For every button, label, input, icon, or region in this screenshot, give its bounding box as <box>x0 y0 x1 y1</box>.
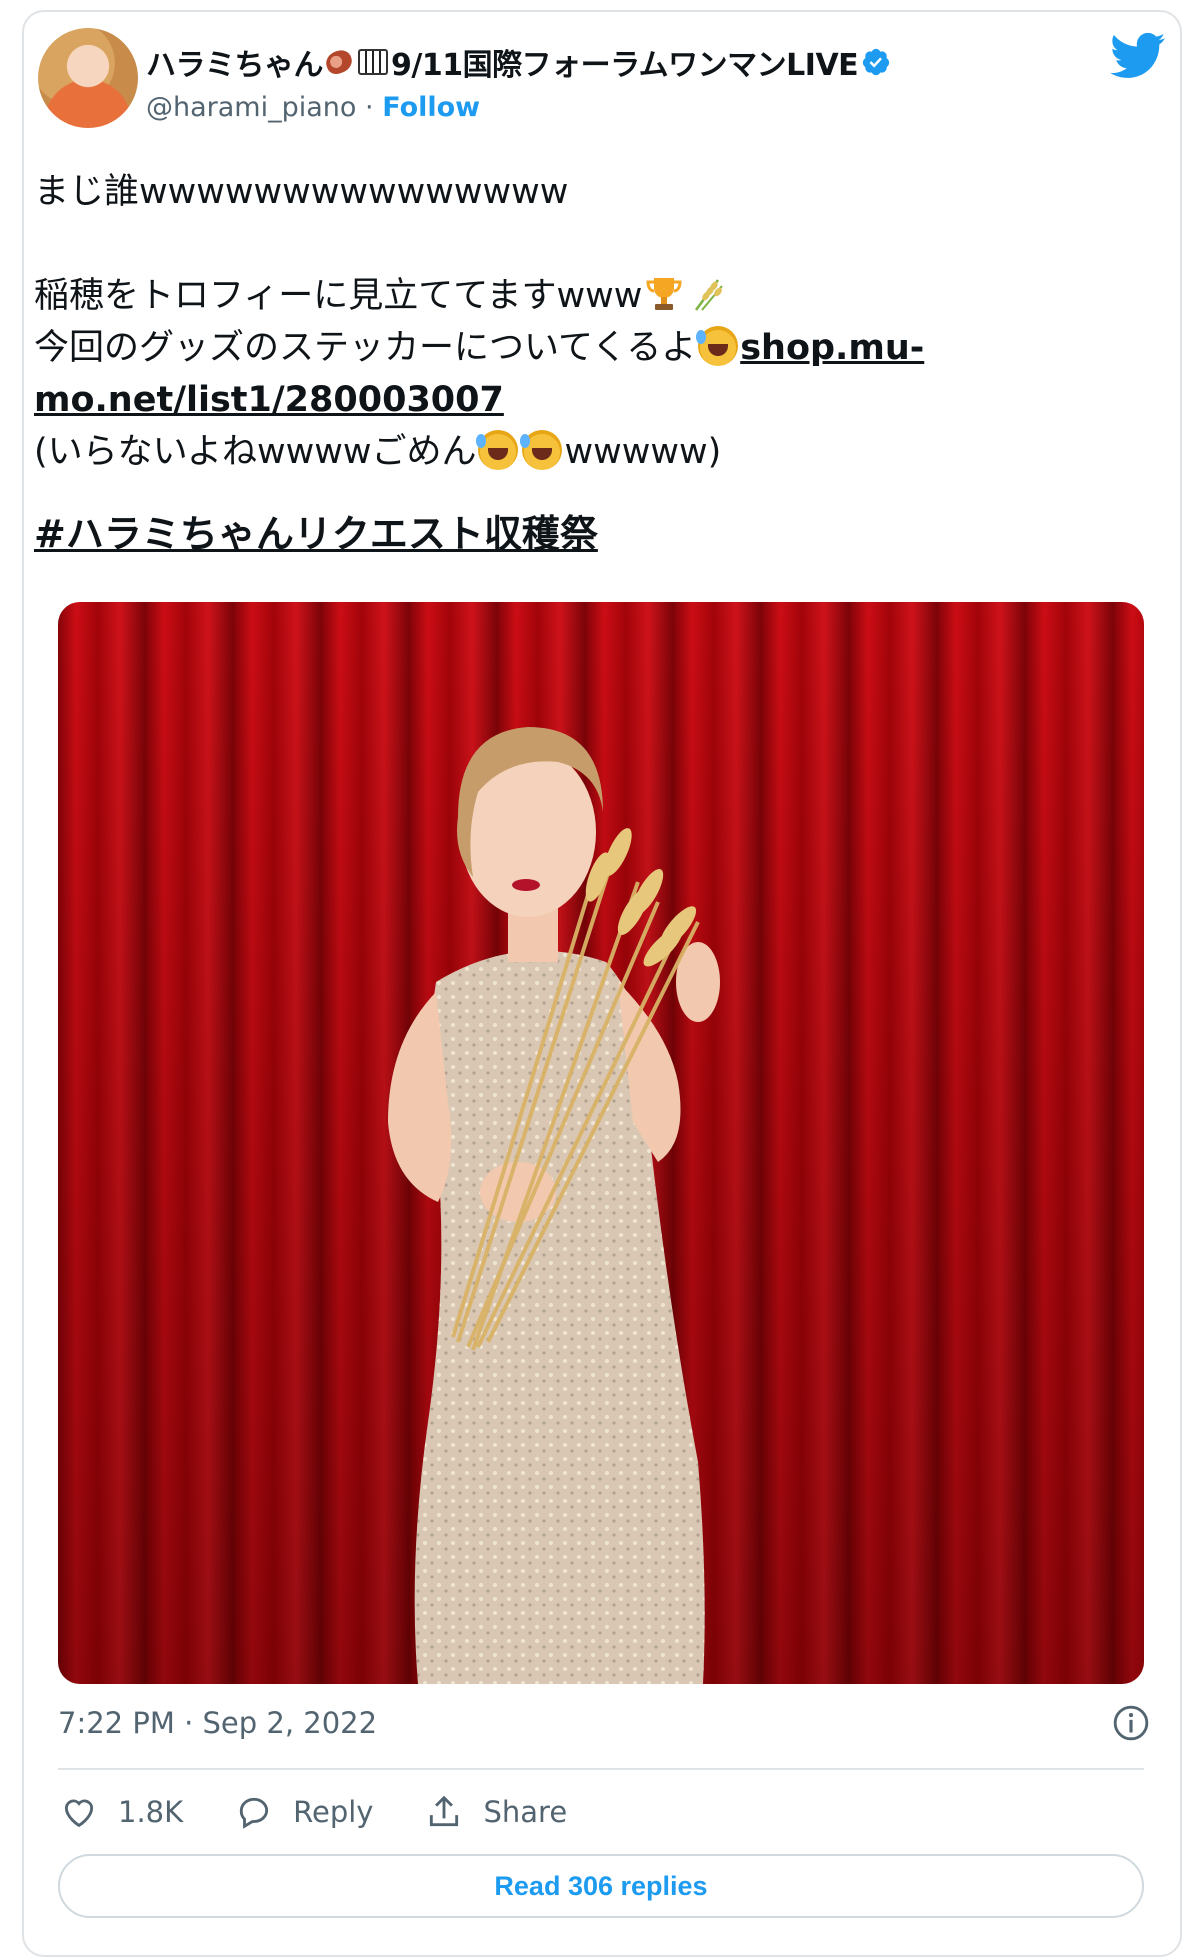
shop-link[interactable]: shop.mu- <box>740 328 924 368</box>
display-name-prefix: ハラミちゃん <box>146 48 324 83</box>
tweet-line-2: 稲穂をトロフィーに見立ててますwww <box>34 270 1134 322</box>
handle-row: @harami_piano · Follow <box>146 92 480 123</box>
shop-link-continued[interactable]: mo.net/list1/280003007 <box>34 380 504 420</box>
like-button[interactable]: 1.8K <box>60 1793 183 1831</box>
avatar[interactable] <box>38 28 138 128</box>
share-icon <box>430 1795 459 1827</box>
display-name-suffix: 9/11国際フォーラムワンマンLIVE <box>391 48 859 83</box>
tweet-actions: 1.8K Reply Share <box>60 1790 619 1834</box>
twitter-bird-icon[interactable] <box>1110 32 1166 80</box>
tweet-line-5-suffix: wwwww) <box>564 432 722 472</box>
tweet-line-5: (いらないよねwwwwごめん wwwww) <box>34 426 1134 478</box>
laughing-emoji <box>696 326 739 366</box>
verified-badge-icon <box>861 47 891 77</box>
tweet-text: まじ誰wwwwwwwwwwwwwww 稲穂をトロフィーに見立ててますwww 今回… <box>34 166 1134 562</box>
laughing-emoji <box>520 430 563 470</box>
separator: · <box>365 92 374 123</box>
reply-button[interactable]: Reply <box>235 1793 373 1831</box>
reply-icon <box>240 1797 269 1829</box>
tweet-line-4: mo.net/list1/280003007 <box>34 374 1134 426</box>
tweet-timestamp[interactable]: 7:22 PM · Sep 2, 2022 <box>58 1706 377 1740</box>
trophy-emoji <box>644 274 684 314</box>
tweet-line-1: まじ誰wwwwwwwwwwwwwww <box>34 172 569 212</box>
reply-label: Reply <box>293 1795 374 1829</box>
handle[interactable]: @harami_piano <box>146 92 356 123</box>
share-button[interactable]: Share <box>425 1793 567 1831</box>
tweet-line-3-text: 今回のグッズのステッカーについてくるよ <box>34 328 697 368</box>
share-label: Share <box>483 1795 568 1829</box>
tweet-line-3: 今回のグッズのステッカーについてくるよ shop.mu- <box>34 322 1134 374</box>
piano-icon <box>358 49 388 75</box>
heart-icon <box>64 1799 94 1828</box>
photo-woman-holding-rice-red-curtain <box>388 727 720 1684</box>
read-replies-button[interactable]: Read 306 replies <box>58 1854 1144 1918</box>
tweet-line-5-prefix: (いらないよねwwwwごめん <box>34 432 477 472</box>
tweet-photo[interactable] <box>58 602 1144 1684</box>
tweet-line-2-text: 稲穂をトロフィーに見立ててますwww <box>34 276 643 316</box>
laughing-emoji <box>476 430 519 470</box>
divider <box>58 1768 1144 1770</box>
meat-icon <box>323 47 355 77</box>
display-name[interactable]: ハラミちゃん 9/11国際フォーラムワンマンLIVE <box>146 40 894 84</box>
hashtag-link[interactable]: #ハラミちゃんリクエスト収穫祭 <box>34 512 598 556</box>
follow-button[interactable]: Follow <box>382 92 480 123</box>
rice-emoji <box>688 274 728 314</box>
info-icon[interactable] <box>1112 1704 1150 1742</box>
like-count: 1.8K <box>118 1795 184 1829</box>
